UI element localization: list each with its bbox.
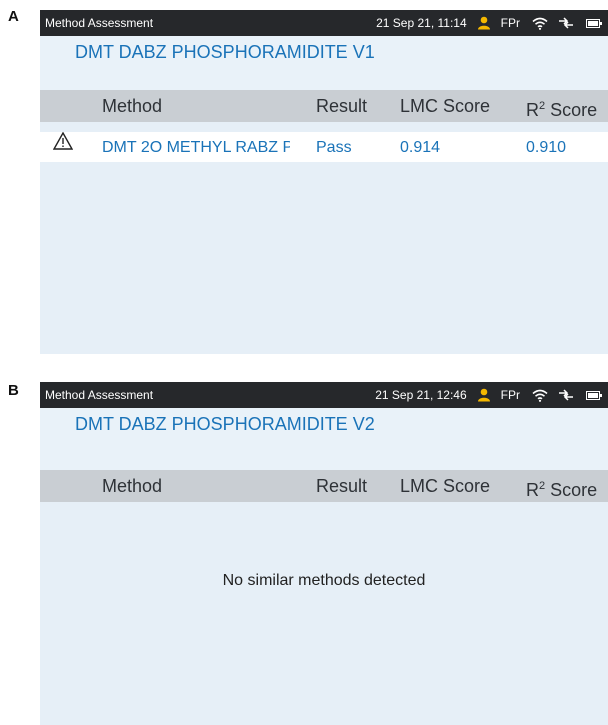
column-result[interactable]: Result: [316, 470, 367, 503]
panel-a-screen: Method Assessment 21 Sep 21, 11:14 FPr D…: [40, 10, 608, 354]
panel-a-letter: A: [8, 8, 19, 25]
screen-title: DMT DABZ PHOSPHORAMIDITE V1: [75, 42, 375, 62]
warning-icon: [53, 132, 73, 150]
status-datetime: 21 Sep 21, 12:46: [375, 388, 467, 402]
screen-title: DMT DABZ PHOSPHORAMIDITE V2: [75, 414, 375, 434]
panel-b-letter: B: [8, 382, 19, 399]
column-method[interactable]: Method: [102, 470, 162, 503]
content-area: [40, 470, 608, 725]
row-result: Pass: [316, 139, 352, 156]
status-datetime: 21 Sep 21, 11:14: [376, 16, 467, 30]
content-area: [40, 90, 608, 354]
row-lmc-score: 0.914: [400, 139, 441, 156]
status-bar: Method Assessment 21 Sep 21, 11:14 FPr: [40, 10, 608, 36]
table-header: Method Result LMC Score R2 Score: [40, 470, 608, 502]
row-method: DMT 2O METHYL RABZ PH: [102, 139, 290, 156]
user-initials[interactable]: FPr: [501, 16, 520, 30]
wifi-icon: [532, 389, 548, 402]
column-r2-score[interactable]: R2 Score: [526, 470, 597, 507]
wifi-icon: [532, 17, 548, 30]
column-result[interactable]: Result: [316, 90, 367, 123]
battery-icon: [586, 390, 602, 400]
status-bar: Method Assessment 21 Sep 21, 12:46 FPr: [40, 382, 608, 408]
table-header: Method Result LMC Score R2 Score: [40, 90, 608, 122]
battery-icon: [586, 18, 602, 28]
column-r2-score[interactable]: R2 Score: [526, 90, 597, 127]
status-title: Method Assessment: [45, 16, 154, 30]
link-icon: [558, 389, 574, 401]
column-lmc-score[interactable]: LMC Score: [400, 470, 490, 503]
user-initials[interactable]: FPr: [501, 388, 520, 402]
user-icon[interactable]: [477, 16, 491, 30]
column-lmc-score[interactable]: LMC Score: [400, 90, 490, 123]
status-title: Method Assessment: [45, 388, 154, 402]
link-icon: [558, 17, 574, 29]
empty-message: No similar methods detected: [222, 572, 426, 589]
column-method[interactable]: Method: [102, 90, 162, 123]
row-r2-score: 0.910: [526, 139, 567, 156]
table-row[interactable]: DMT 2O METHYL RABZ PH Pass 0.914 0.910: [40, 132, 608, 162]
user-icon[interactable]: [477, 388, 491, 402]
panel-b-screen: Method Assessment 21 Sep 21, 12:46 FPr D…: [40, 382, 608, 725]
